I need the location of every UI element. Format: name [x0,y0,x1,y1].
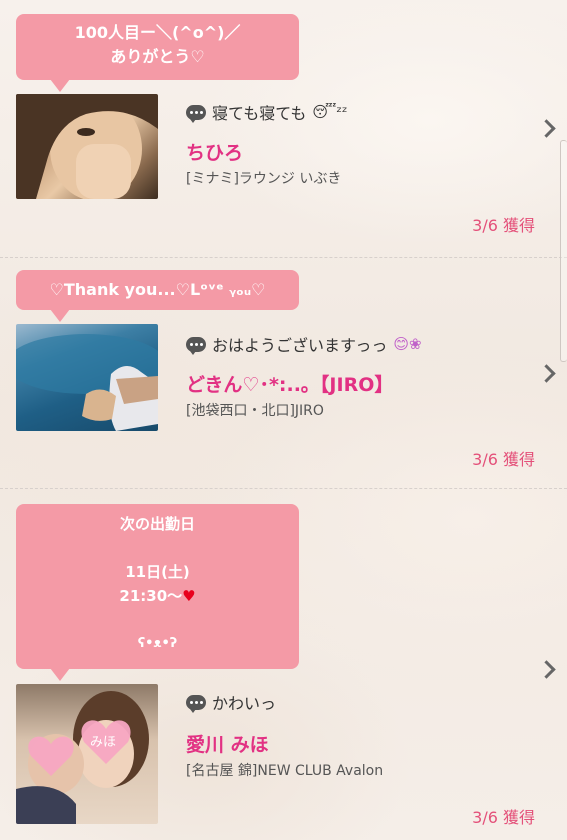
smile-flower-emoji-icon: 😊❀ [393,335,422,353]
girl-name[interactable]: ちひろ [186,138,243,165]
comment-bubble: 100人目ー＼(^o^)／ ありがとう♡ [16,14,299,92]
bubble-time: 21:30〜 [119,587,183,605]
vote-count: 3/6 獲得 [472,808,535,827]
girl-name[interactable]: 愛川 みほ [186,730,269,757]
comment-bubble: ♡Thank you...♡Lᵒᵛᵉ ᵧₒᵤ♡ [16,270,299,322]
vote-count: 3/6 獲得 [472,216,535,235]
message-text: 寝ても寝ても [212,104,307,123]
latest-message: かわいっ [186,690,276,714]
shop-name: [名古屋 錦]NEW CLUB Avalon [186,763,384,779]
bubble-line-time: 21:30〜♥ [16,584,299,608]
bubble-line: ʕ•ᴥ•ʔ [137,636,178,651]
message-text: かわいっ [212,694,277,713]
bubble-line: 100人目ー＼(^o^)／ [74,23,241,42]
girl-name[interactable]: どきん♡･*:..｡【JIRO】 [186,370,393,397]
latest-message: おはようございますっっ 😊❀ [186,332,422,356]
photo-art: みほ [16,691,149,824]
bubble-line: 11日(土) [125,563,190,581]
profile-photo[interactable]: みほ [16,684,158,824]
bubble-line: ♡Thank you...♡Lᵒᵛᵉ ᵧₒᵤ♡ [49,280,266,299]
chat-bubble-icon [186,336,206,355]
chat-bubble-icon [186,104,206,123]
shop-name: [ミナミ]ラウンジ いぶき [186,171,342,187]
bubble-line: ありがとう♡ [110,47,205,66]
chevron-right-icon[interactable] [537,660,556,679]
photo-art [16,334,158,431]
heart-icon: ♥ [182,587,196,605]
scrollbar[interactable] [560,140,567,362]
bubble-line [16,608,299,632]
latest-message: 寝ても寝ても 😴ᶻᶻ [186,100,347,124]
chevron-right-icon[interactable] [537,119,556,138]
sleepy-emoji-icon: 😴ᶻᶻ [312,103,348,121]
vote-count: 3/6 獲得 [472,450,535,469]
girl-card-3[interactable]: 次の出勤日 11日(土) 21:30〜♥ ʕ•ᴥ•ʔ みほ かわいっ 愛川 みほ… [0,488,567,840]
profile-photo[interactable] [16,94,158,199]
message-text: おはようございますっっ [212,336,388,355]
shop-name: [池袋西口・北口]JIRO [186,403,324,419]
girl-card-1[interactable]: 100人目ー＼(^o^)／ ありがとう♡ 寝ても寝ても 😴ᶻᶻ ちひろ [ミナミ]… [0,0,567,258]
comment-bubble: 次の出勤日 11日(土) 21:30〜♥ ʕ•ᴥ•ʔ [16,504,299,681]
photo-art [16,94,158,199]
bubble-line: 次の出勤日 [119,515,195,533]
profile-photo[interactable] [16,324,158,431]
chat-bubble-icon [186,694,206,713]
girl-card-2[interactable]: ♡Thank you...♡Lᵒᵛᵉ ᵧₒᵤ♡ おはようございますっっ 😊❀ どき… [0,258,567,488]
bubble-line [16,536,299,560]
photo-label: みほ [90,735,116,750]
chevron-right-icon[interactable] [537,364,556,383]
